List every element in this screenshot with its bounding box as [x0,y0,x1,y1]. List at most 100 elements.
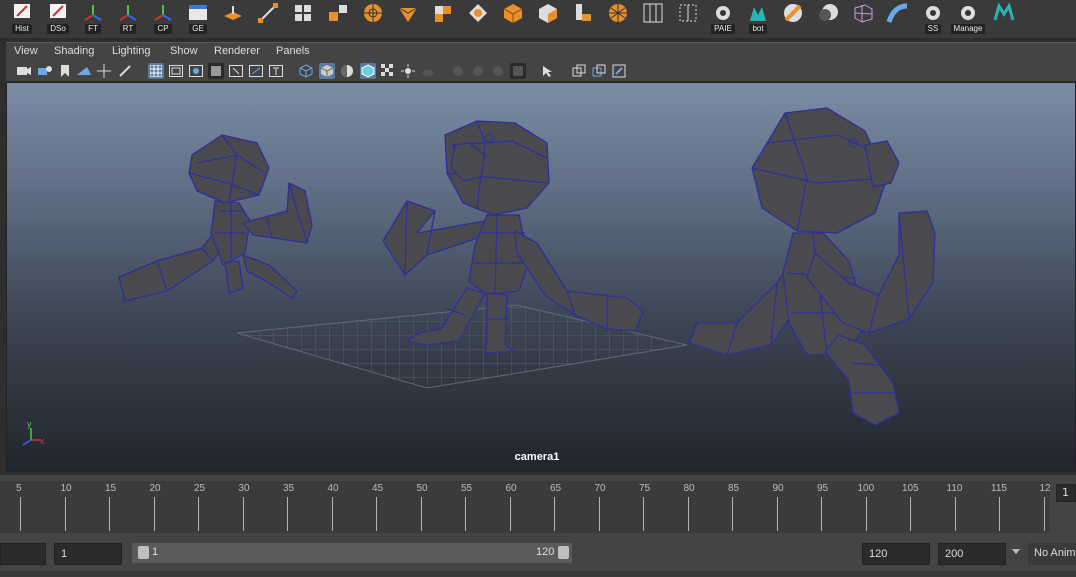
sphere-wire-icon [361,2,385,24]
center-pivot-icon [151,2,175,24]
time-tick-label: 12 [1039,483,1051,494]
isolate-select-icon[interactable] [540,63,556,79]
current-frame-field[interactable]: 1 [1056,484,1076,502]
delete-history-button[interactable]: DSo [42,2,74,34]
range-slider[interactable]: 1 120 [132,543,572,563]
grid-icon[interactable] [148,63,164,79]
shelf-tool-18[interactable] [882,2,914,34]
safe-action-icon[interactable] [248,63,264,79]
wireframe-icon[interactable] [298,63,314,79]
time-tick-label: 20 [149,483,161,494]
multisample-aa-icon[interactable] [490,63,506,79]
perspective-viewport[interactable]: y x camera1 [6,82,1076,472]
time-tick [287,497,288,531]
maya-logo-icon [992,2,1016,24]
time-tick-label: 110 [946,483,963,494]
chevron-down-icon[interactable] [1012,549,1020,554]
menu-lighting[interactable]: Lighting [112,45,151,57]
anim-end-field[interactable]: 200 [938,543,1006,565]
shelf-tool-12[interactable] [602,2,634,34]
depth-of-field-icon[interactable] [510,63,526,79]
time-slider-track[interactable]: 5 10 15 20 25 30 35 40 45 50 55 60 65 70 75 80 85 90 95 100… [0,481,1051,533]
bot-button[interactable]: bot [742,2,774,34]
motion-blur-icon[interactable] [470,63,486,79]
shelf-tool-11[interactable] [567,2,599,34]
xray-icon[interactable] [571,63,587,79]
shelf-tool-8[interactable] [462,2,494,34]
field-chart-icon[interactable] [228,63,244,79]
menu-panels[interactable]: Panels [276,45,310,57]
character-left [118,134,313,302]
resolution-gate-icon[interactable] [188,63,204,79]
history-icon [10,2,34,24]
image-plane-icon[interactable] [76,63,92,79]
2d-pan-zoom-icon[interactable] [96,63,112,79]
shelf-tool-2[interactable] [252,2,284,34]
playback-start-field[interactable]: 1 [54,543,122,565]
shelf-tool-17[interactable] [847,2,879,34]
shelf-tool-7[interactable] [427,2,459,34]
smooth-shade-icon[interactable] [319,63,335,79]
safe-title-icon[interactable] [268,63,284,79]
bookmark-icon[interactable] [57,63,73,79]
menu-show[interactable]: Show [170,45,198,57]
gate-mask-icon[interactable] [208,63,224,79]
shelf-tool-9[interactable] [497,2,529,34]
shelf-tool-5[interactable] [357,2,389,34]
time-tick [687,497,689,531]
delete-history-label: DSo [47,24,69,34]
shelf-tool-10[interactable] [532,2,564,34]
screen-space-ao-icon[interactable] [450,63,466,79]
manage-button[interactable]: Manage [950,2,986,34]
python-icon [711,2,735,24]
center-pivot-button[interactable]: CP [147,2,179,34]
xray-joints-icon[interactable] [591,63,607,79]
range-start-handle[interactable] [138,546,149,559]
shadows-icon[interactable] [420,63,436,79]
menu-view[interactable]: View [14,45,38,57]
shelf-tool-15[interactable] [777,2,809,34]
xray-active-components-icon[interactable] [611,63,627,79]
shelf-tool-6[interactable] [392,2,424,34]
menu-shading[interactable]: Shading [54,45,94,57]
shelf-tool-14[interactable] [672,2,704,34]
textured-icon[interactable] [380,63,396,79]
history-button[interactable]: Hist [6,2,38,34]
time-tick-label: 90 [772,483,784,494]
freeze-transform-button[interactable]: FT [77,2,109,34]
axis-x-label: x [40,436,45,446]
python-icon [956,2,980,24]
menu-renderer[interactable]: Renderer [214,45,260,57]
ss-button[interactable]: SS [917,2,949,34]
grease-pencil-icon[interactable] [117,63,133,79]
time-tick-label: 105 [902,483,919,494]
time-slider[interactable]: 5 10 15 20 25 30 35 40 45 50 55 60 65 70 75 80 85 90 95 100… [0,475,1076,535]
paie-button[interactable]: PAIE [707,2,739,34]
shelf-tool-13[interactable] [637,2,669,34]
time-tick-label: 45 [372,483,384,494]
reset-transform-icon [116,2,140,24]
time-tick [109,497,110,531]
shelf-tool-3[interactable] [287,2,319,34]
use-default-material-icon[interactable] [339,63,355,79]
anim-layer-select[interactable]: No Anim [1028,543,1076,565]
shelf-tool-16[interactable] [812,2,844,34]
anim-start-field[interactable] [0,543,46,565]
range-start-text: 1 [152,546,159,558]
graph-editor-button[interactable]: GE [182,2,214,34]
shelf-tool-4[interactable] [322,2,354,34]
reset-transform-button[interactable]: RT [112,2,144,34]
select-camera-icon[interactable] [16,63,32,79]
film-gate-icon[interactable] [168,63,184,79]
playback-end-field[interactable]: 120 [862,543,930,565]
shelf-tool-19[interactable] [988,2,1020,34]
bottom-strip [0,571,1076,577]
shelf-tool-1[interactable] [217,2,249,34]
plane-icon [221,2,245,24]
time-tick [821,497,822,531]
lights-icon[interactable] [400,63,416,79]
range-end-handle[interactable] [558,546,569,559]
time-tick-label: 55 [461,483,473,494]
camera-attributes-icon[interactable] [37,63,53,79]
wireframe-on-shaded-icon[interactable] [360,63,376,79]
